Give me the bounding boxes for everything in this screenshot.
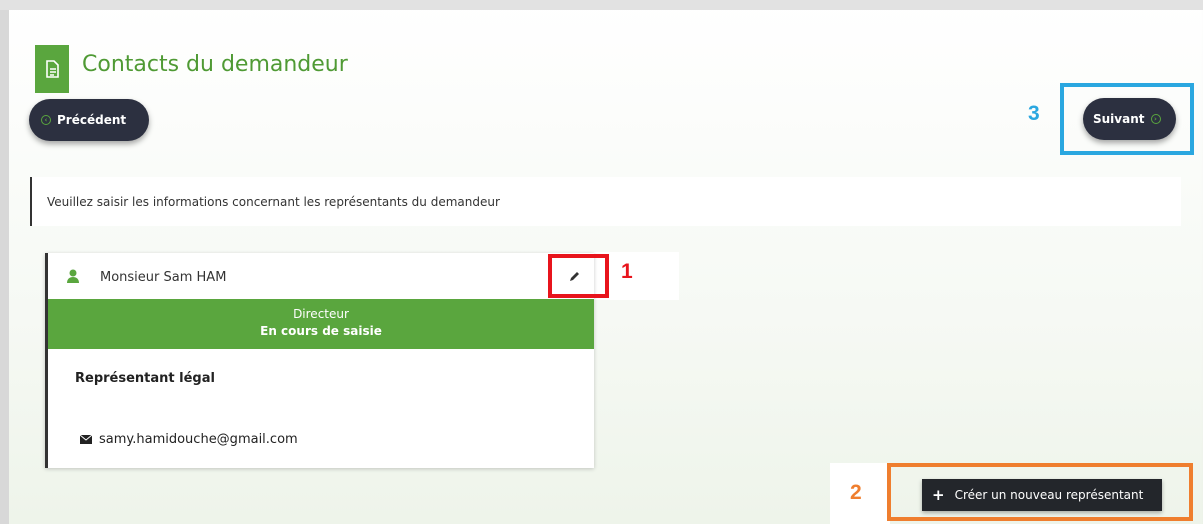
arrow-circle-left-icon: ‹ [41, 115, 51, 125]
info-text: Veuillez saisir les informations concern… [47, 194, 500, 209]
representative-email: samy.hamidouche@gmail.com [99, 432, 298, 447]
representative-role: Directeur [293, 307, 349, 321]
envelope-icon [80, 435, 92, 444]
highlight-next-box [1060, 83, 1194, 155]
representative-name: Monsieur Sam HAM [100, 270, 227, 285]
highlight-edit-box [548, 254, 609, 298]
info-message: Veuillez saisir les informations concern… [30, 177, 1181, 226]
representative-type: Représentant légal [75, 371, 215, 386]
representative-status: En cours de saisie [260, 324, 382, 338]
previous-button-label: Précédent [57, 113, 127, 127]
card-status-band: Directeur En cours de saisie [48, 299, 594, 349]
document-icon [35, 45, 69, 93]
user-icon [67, 269, 79, 283]
top-border [0, 0, 1203, 10]
annotation-number-2: 2 [850, 481, 862, 504]
annotation-number-3: 3 [1028, 102, 1040, 125]
page-title: Contacts du demandeur [82, 52, 348, 77]
representative-card: Monsieur Sam HAM Directeur En cours de s… [45, 253, 594, 468]
representative-email-row: samy.hamidouche@gmail.com [80, 432, 298, 447]
annotation-number-1: 1 [621, 260, 633, 283]
left-border [0, 10, 9, 524]
previous-button[interactable]: ‹ Précédent [29, 99, 149, 141]
card-header: Monsieur Sam HAM [48, 253, 594, 299]
highlight-create-box [887, 463, 1193, 521]
